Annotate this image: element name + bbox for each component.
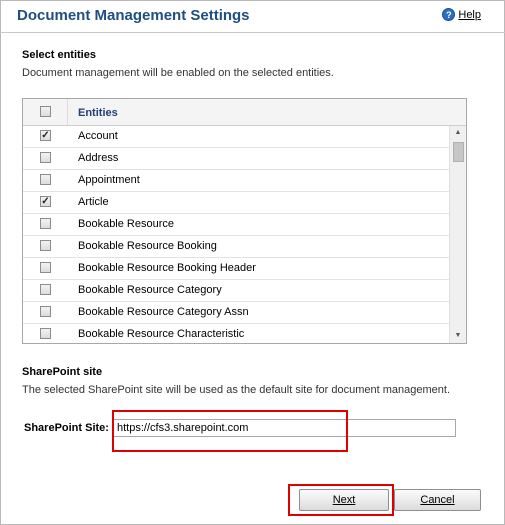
- entity-label: Appointment: [78, 174, 140, 186]
- next-button[interactable]: Next: [299, 489, 389, 511]
- row-checkbox[interactable]: [40, 262, 51, 273]
- select-all-checkbox[interactable]: [40, 106, 51, 117]
- entity-label: Bookable Resource Category: [78, 284, 222, 296]
- dialog-title: Document Management Settings: [17, 7, 250, 24]
- sharepoint-heading: SharePoint site: [22, 366, 103, 378]
- sharepoint-site-input[interactable]: [112, 419, 456, 437]
- scroll-up-arrow-icon[interactable]: ▲: [450, 126, 466, 140]
- select-entities-heading: Select entities: [22, 49, 96, 61]
- entity-label: Account: [78, 130, 118, 142]
- entity-label: Bookable Resource Booking Header: [78, 262, 256, 274]
- header-checkbox-cell: [23, 99, 68, 125]
- table-row[interactable]: Appointment: [23, 170, 449, 192]
- entities-grid: Entities ✓ Account Address Appointment ✓ Arti…: [22, 98, 467, 344]
- entity-label: Bookable Resource Booking: [78, 240, 217, 252]
- table-row[interactable]: Bookable Resource Booking Header: [23, 258, 449, 280]
- table-row[interactable]: Bookable Resource: [23, 214, 449, 236]
- sharepoint-site-label: SharePoint Site:: [24, 422, 109, 434]
- row-checkbox[interactable]: [40, 240, 51, 251]
- entity-rows: ✓ Account Address Appointment ✓ Article Bookab…: [23, 126, 449, 343]
- table-row[interactable]: Address: [23, 148, 449, 170]
- scroll-down-arrow-icon[interactable]: ▼: [450, 329, 466, 343]
- scroll-thumb[interactable]: [453, 142, 464, 162]
- grid-scrollbar[interactable]: ▲ ▼: [449, 126, 466, 343]
- table-row[interactable]: Bookable Resource Category Assn: [23, 302, 449, 324]
- cancel-button[interactable]: Cancel: [394, 489, 481, 511]
- row-checkbox-checked[interactable]: ✓: [40, 130, 51, 141]
- row-checkbox[interactable]: [40, 306, 51, 317]
- grid-header: Entities: [23, 99, 466, 126]
- row-checkbox[interactable]: [40, 328, 51, 339]
- table-row[interactable]: Bookable Resource Booking: [23, 236, 449, 258]
- row-checkbox[interactable]: [40, 284, 51, 295]
- table-row[interactable]: ✓ Account: [23, 126, 449, 148]
- help-icon: ?: [442, 8, 456, 21]
- help-link[interactable]: ? Help: [442, 8, 481, 21]
- sharepoint-description: The selected SharePoint site will be use…: [22, 384, 451, 396]
- row-checkbox[interactable]: [40, 152, 51, 163]
- row-checkbox-checked[interactable]: ✓: [40, 196, 51, 207]
- entity-label: Bookable Resource Category Assn: [78, 306, 249, 318]
- entity-label: Bookable Resource Characteristic: [78, 328, 245, 340]
- table-row[interactable]: Bookable Resource Category: [23, 280, 449, 302]
- table-row[interactable]: ✓ Article: [23, 192, 449, 214]
- row-checkbox[interactable]: [40, 218, 51, 229]
- entities-column-header[interactable]: Entities: [78, 107, 118, 119]
- entity-label: Address: [78, 152, 119, 164]
- sharepoint-site-row: SharePoint Site:: [24, 419, 456, 437]
- row-checkbox[interactable]: [40, 174, 51, 185]
- entity-label: Bookable Resource: [78, 218, 175, 230]
- entity-label: Article: [78, 196, 109, 208]
- title-divider: [0, 32, 505, 33]
- table-row[interactable]: Bookable Resource Characteristic: [23, 324, 449, 343]
- select-entities-description: Document management will be enabled on t…: [22, 67, 334, 79]
- help-label: Help: [458, 8, 481, 21]
